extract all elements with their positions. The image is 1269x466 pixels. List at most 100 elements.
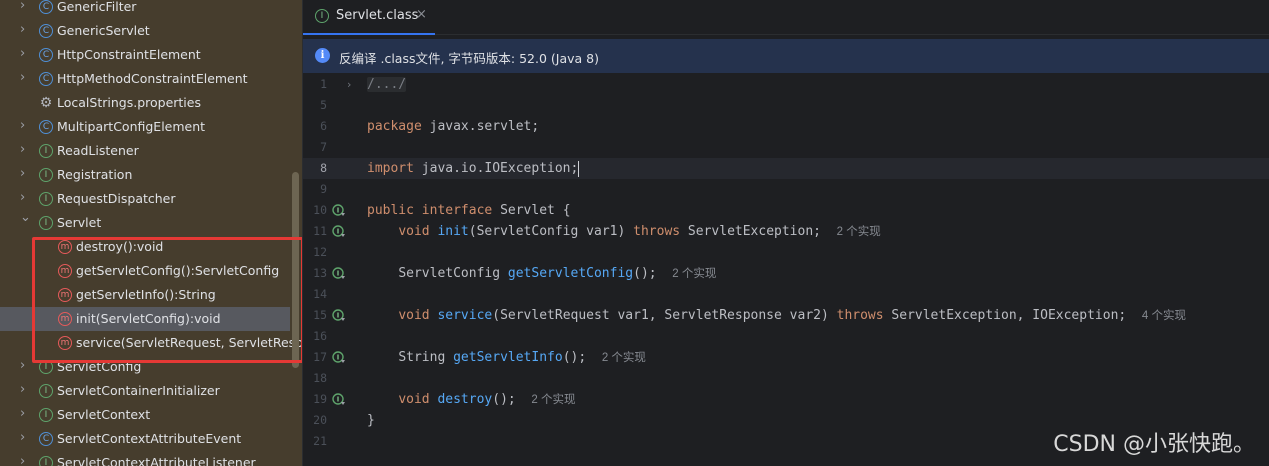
project-tree: › C GenericFilter › C GenericServlet › C HttpCon… [0, 0, 302, 466]
line-number: 13 [313, 266, 327, 280]
class-icon: C [39, 0, 53, 14]
code-line-17[interactable]: String getServletInfo(); 2 个实现 [367, 347, 646, 368]
method-name: getServletInfo [453, 350, 563, 365]
code-line-6[interactable]: package javax.servlet; [367, 116, 539, 137]
tree-item-node[interactable]: › C GenericServlet [0, 19, 302, 43]
code-line-20[interactable]: } [367, 410, 375, 431]
chevron-down-icon[interactable]: ⌄ [20, 211, 31, 225]
tree-item-label: Registration [57, 167, 133, 182]
implemented-gutter-icon[interactable] [332, 204, 346, 218]
implemented-gutter-icon[interactable] [332, 267, 346, 281]
method-name: service [437, 308, 493, 323]
keyword: throws [836, 308, 884, 323]
chevron-right-icon[interactable]: › [20, 0, 30, 13]
tree-item-node[interactable]: › I ServletContextAttributeListener [0, 451, 302, 466]
highlight-box [32, 237, 302, 363]
code-line-10[interactable]: public interface Servlet { [367, 200, 571, 221]
closing-brace: } [367, 413, 375, 428]
keyword: void [398, 308, 430, 323]
class-icon: C [39, 48, 53, 62]
line-number: 16 [313, 329, 327, 343]
code-line-8[interactable]: import java.io.IOException; [367, 158, 580, 179]
line-number: 12 [313, 245, 327, 259]
tree-item-node[interactable]: › I Registration [0, 163, 302, 187]
chevron-right-icon[interactable]: › [20, 431, 30, 445]
chevron-right-icon[interactable]: › [20, 407, 30, 421]
banner-text: 反编译 .class文件, 字节码版本: 52.0 (Java 8) [339, 51, 599, 66]
method-params: (ServletConfig var1) [468, 224, 634, 239]
keyword: void [398, 224, 430, 239]
line-number: 18 [313, 371, 327, 385]
package-name: javax.servlet; [421, 119, 540, 134]
implementations-hint[interactable]: 2 个实现 [672, 268, 716, 280]
implemented-gutter-icon[interactable] [332, 309, 346, 323]
code-line-19[interactable]: void destroy(); 2 个实现 [367, 389, 575, 410]
tree-item-label: ServletContext [57, 407, 151, 422]
tab-servlet-class[interactable]: I Servlet.class × [303, 0, 435, 35]
keyword: public [367, 203, 414, 218]
tree-item-node[interactable]: › C HttpConstraintElement [0, 43, 302, 67]
tree-item-node[interactable]: › I ReadListener [0, 139, 302, 163]
implemented-gutter-icon[interactable] [332, 393, 346, 407]
tree-item-node[interactable]: › I RequestDispatcher [0, 187, 302, 211]
folded-imports[interactable]: /.../ [367, 77, 407, 92]
implementations-hint[interactable]: 2 个实现 [837, 226, 881, 238]
tree-item-node[interactable]: ⌄ I Servlet [0, 211, 302, 235]
method-params: (ServletRequest var1, ServletResponse va… [492, 308, 837, 323]
tree-item-label: Servlet [57, 215, 102, 230]
tab-label: Servlet.class [336, 8, 419, 23]
tree-item-node[interactable]: › C HttpMethodConstraintElement [0, 67, 302, 91]
tree-item-label: LocalStrings.properties [57, 95, 201, 110]
chevron-right-icon[interactable]: › [20, 383, 30, 397]
keyword: throws [633, 224, 681, 239]
class-icon: C [39, 432, 53, 446]
implemented-gutter-icon[interactable] [332, 225, 346, 239]
chevron-right-icon[interactable]: › [20, 143, 30, 157]
editor-tab-bar: I Servlet.class × [303, 0, 1269, 35]
line-number: 14 [313, 287, 327, 301]
interface-name: Servlet { [492, 203, 571, 218]
keyword: package [367, 119, 422, 134]
code-line-1[interactable]: /.../ [367, 74, 407, 95]
exception-list: ServletException, IOException; [883, 308, 1127, 323]
close-icon[interactable]: × [416, 7, 427, 22]
tree-item-label: GenericServlet [57, 23, 150, 38]
chevron-right-icon[interactable]: › [20, 455, 30, 466]
class-icon: C [39, 72, 53, 86]
chevron-right-icon[interactable]: › [20, 167, 30, 181]
tree-item-label: MultipartConfigElement [57, 119, 206, 134]
tree-item-label: ReadListener [57, 143, 139, 158]
tree-item-node[interactable]: › C MultipartConfigElement [0, 115, 302, 139]
implementations-hint[interactable]: 2 个实现 [531, 394, 575, 406]
line-number: 10 [313, 203, 327, 217]
chevron-right-icon[interactable]: › [20, 359, 30, 373]
keyword: void [398, 392, 430, 407]
code-editor: I Servlet.class × i 反编译 .class文件, 字节码版本:… [303, 0, 1269, 466]
code-line-13[interactable]: ServletConfig getServletConfig(); 2 个实现 [367, 263, 716, 284]
interface-icon: I [39, 192, 53, 206]
line-number: 6 [320, 119, 327, 133]
chevron-right-icon[interactable]: › [20, 71, 30, 85]
tree-item-node[interactable]: ⚙ LocalStrings.properties [0, 91, 302, 115]
tree-item-node[interactable]: › I ServletContainerInitializer [0, 379, 302, 403]
code-line-11[interactable]: void init(ServletConfig var1) throws Ser… [367, 221, 881, 242]
interface-icon: I [39, 144, 53, 158]
tree-item-node[interactable]: › I ServletContext [0, 403, 302, 427]
line-number: 20 [313, 413, 327, 427]
tree-item-node[interactable]: › C GenericFilter [0, 0, 302, 19]
chevron-right-icon[interactable]: › [347, 74, 351, 95]
method-params: (); [562, 350, 587, 365]
implementations-hint[interactable]: 2 个实现 [602, 352, 646, 364]
chevron-right-icon[interactable]: › [20, 119, 30, 133]
return-type: String [398, 350, 454, 365]
chevron-right-icon[interactable]: › [20, 191, 30, 205]
code-line-15[interactable]: void service(ServletRequest var1, Servle… [367, 305, 1186, 326]
line-gutter[interactable]: 1 5 6 7 8 9 10 11 12 13 14 15 16 17 18 19 20 21 › [303, 74, 363, 466]
implementations-hint[interactable]: 4 个实现 [1142, 310, 1186, 322]
code-area[interactable]: /.../ package javax.servlet; import java… [367, 74, 1267, 466]
line-number: 5 [320, 98, 327, 112]
chevron-right-icon[interactable]: › [20, 23, 30, 37]
implemented-gutter-icon[interactable] [332, 351, 346, 365]
tree-item-node[interactable]: › C ServletContextAttributeEvent [0, 427, 302, 451]
chevron-right-icon[interactable]: › [20, 47, 30, 61]
